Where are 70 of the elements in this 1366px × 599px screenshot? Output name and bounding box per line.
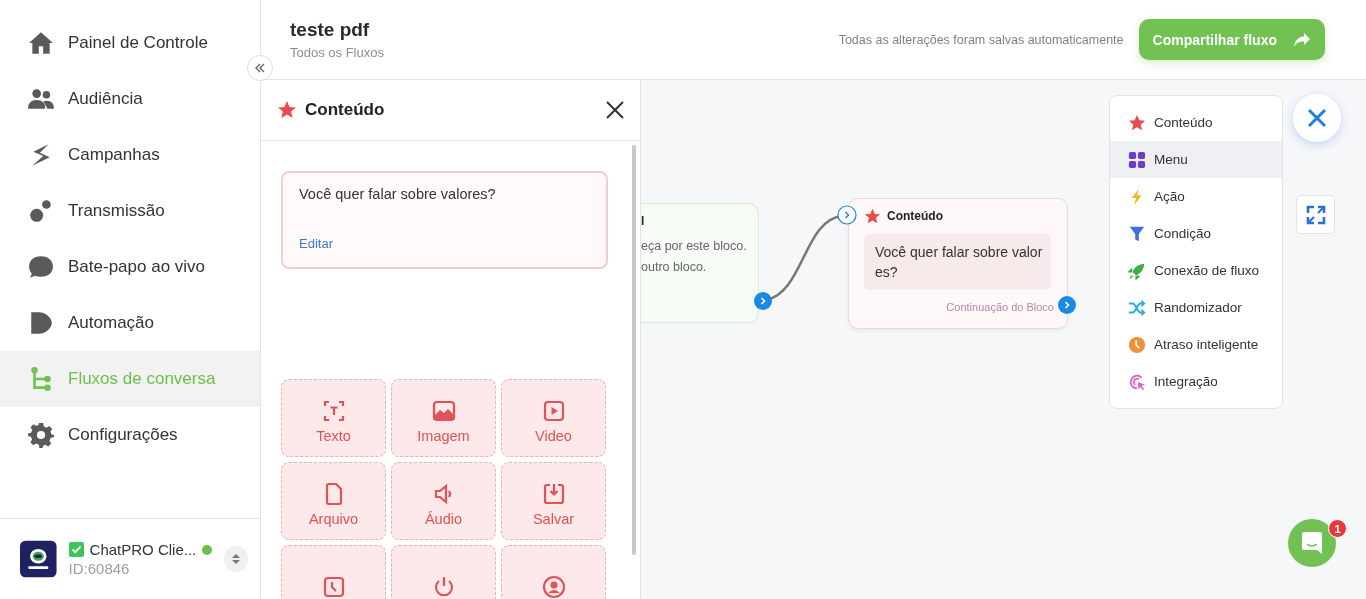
menu-item[interactable]: Integração	[1110, 363, 1282, 400]
node-title: l	[641, 214, 646, 228]
output-port-icon[interactable]	[754, 292, 772, 310]
sidebar-item[interactable]: Bate-papo ao vivo	[0, 239, 260, 295]
account-switcher[interactable]	[224, 546, 248, 572]
output-port-icon[interactable]	[1058, 296, 1076, 314]
message-text: Você quer falar sobre valores?	[299, 186, 497, 202]
scrollbar[interactable]	[632, 145, 636, 555]
flow-node[interactable]: l eça por este bloco. outro bloco.	[641, 203, 759, 323]
logo-icon	[20, 539, 57, 579]
star-icon	[1128, 113, 1146, 132]
dots-icon	[28, 198, 54, 224]
sidebar-item[interactable]: Automação	[0, 295, 260, 351]
clock-icon	[1128, 335, 1146, 354]
expand-icon	[1305, 204, 1326, 225]
continuation-label: Continuação do Bloco	[945, 301, 1054, 313]
node-text: outro bloco.	[641, 259, 708, 276]
menu-item[interactable]: Conexão de fluxo	[1110, 252, 1282, 289]
gear-icon	[28, 422, 54, 448]
account-name: ChatPRO Clie...	[89, 541, 197, 558]
play-shape-icon	[28, 310, 54, 336]
contact-icon	[541, 575, 566, 599]
menu-item[interactable]: Randomizador	[1110, 289, 1282, 326]
menu-item[interactable]: Condição	[1110, 215, 1282, 252]
account-id: ID:60846	[68, 560, 131, 577]
menu-item[interactable]: Atraso inteligente	[1110, 326, 1282, 363]
star-icon	[277, 100, 297, 120]
message-bubble: Você quer falar sobre valores?	[864, 234, 1051, 290]
sidebar-item[interactable]: Audiência	[0, 71, 260, 127]
rocket-icon	[1128, 261, 1146, 280]
sidebar-item[interactable]: Painel de Controle	[0, 15, 260, 71]
close-button[interactable]	[1293, 94, 1341, 142]
panel-title: Conteúdo	[305, 100, 386, 120]
text-icon	[321, 398, 346, 423]
play-icon	[541, 398, 566, 423]
share-icon	[1293, 31, 1311, 48]
sidebar-item[interactable]: Configurações	[0, 407, 260, 463]
edit-link[interactable]: Editar	[299, 236, 333, 251]
grid-icon	[1128, 150, 1146, 169]
sort-arrows-icon	[231, 553, 242, 565]
image-icon	[431, 398, 456, 423]
collapse-button[interactable]	[247, 55, 273, 81]
autosave-status: Todas as alterações foram salvas automaticamente	[838, 32, 1124, 47]
shuffle-icon	[1128, 298, 1146, 317]
input-port-icon[interactable]	[837, 205, 857, 225]
sidebar-item[interactable]: Transmissão	[0, 183, 260, 239]
close-icon	[1307, 108, 1327, 128]
menu-item[interactable]: Menu	[1110, 141, 1282, 178]
chat-bubble-icon	[1299, 530, 1325, 556]
close-icon[interactable]	[606, 101, 624, 119]
node-title: Conteúdo	[887, 209, 943, 223]
download-icon	[541, 481, 566, 506]
chat-bubble-icon	[28, 254, 54, 280]
funnel-icon	[1128, 224, 1146, 243]
flow-node[interactable]: Conteúdo Você quer falar sobre valores? Continuação do Bloco	[848, 198, 1068, 329]
chat-button[interactable]	[1288, 519, 1336, 567]
people-icon	[28, 86, 54, 112]
flow-title: teste pdf	[290, 19, 371, 41]
double-chevron-icon	[253, 61, 267, 75]
flow-tree-icon	[28, 366, 54, 392]
fullscreen-button[interactable]	[1296, 195, 1335, 234]
star-icon	[864, 207, 881, 225]
target-cursor-icon	[1128, 372, 1146, 391]
home-icon	[28, 30, 54, 56]
sidebar-item[interactable]: Campanhas	[0, 127, 260, 183]
node-text: eça por este bloco.	[641, 238, 748, 255]
notification-badge: 1	[1328, 519, 1347, 538]
menu-item[interactable]: Ação	[1110, 178, 1282, 215]
clock-icon	[321, 575, 346, 599]
menu-item[interactable]: Conteúdo	[1110, 104, 1282, 141]
